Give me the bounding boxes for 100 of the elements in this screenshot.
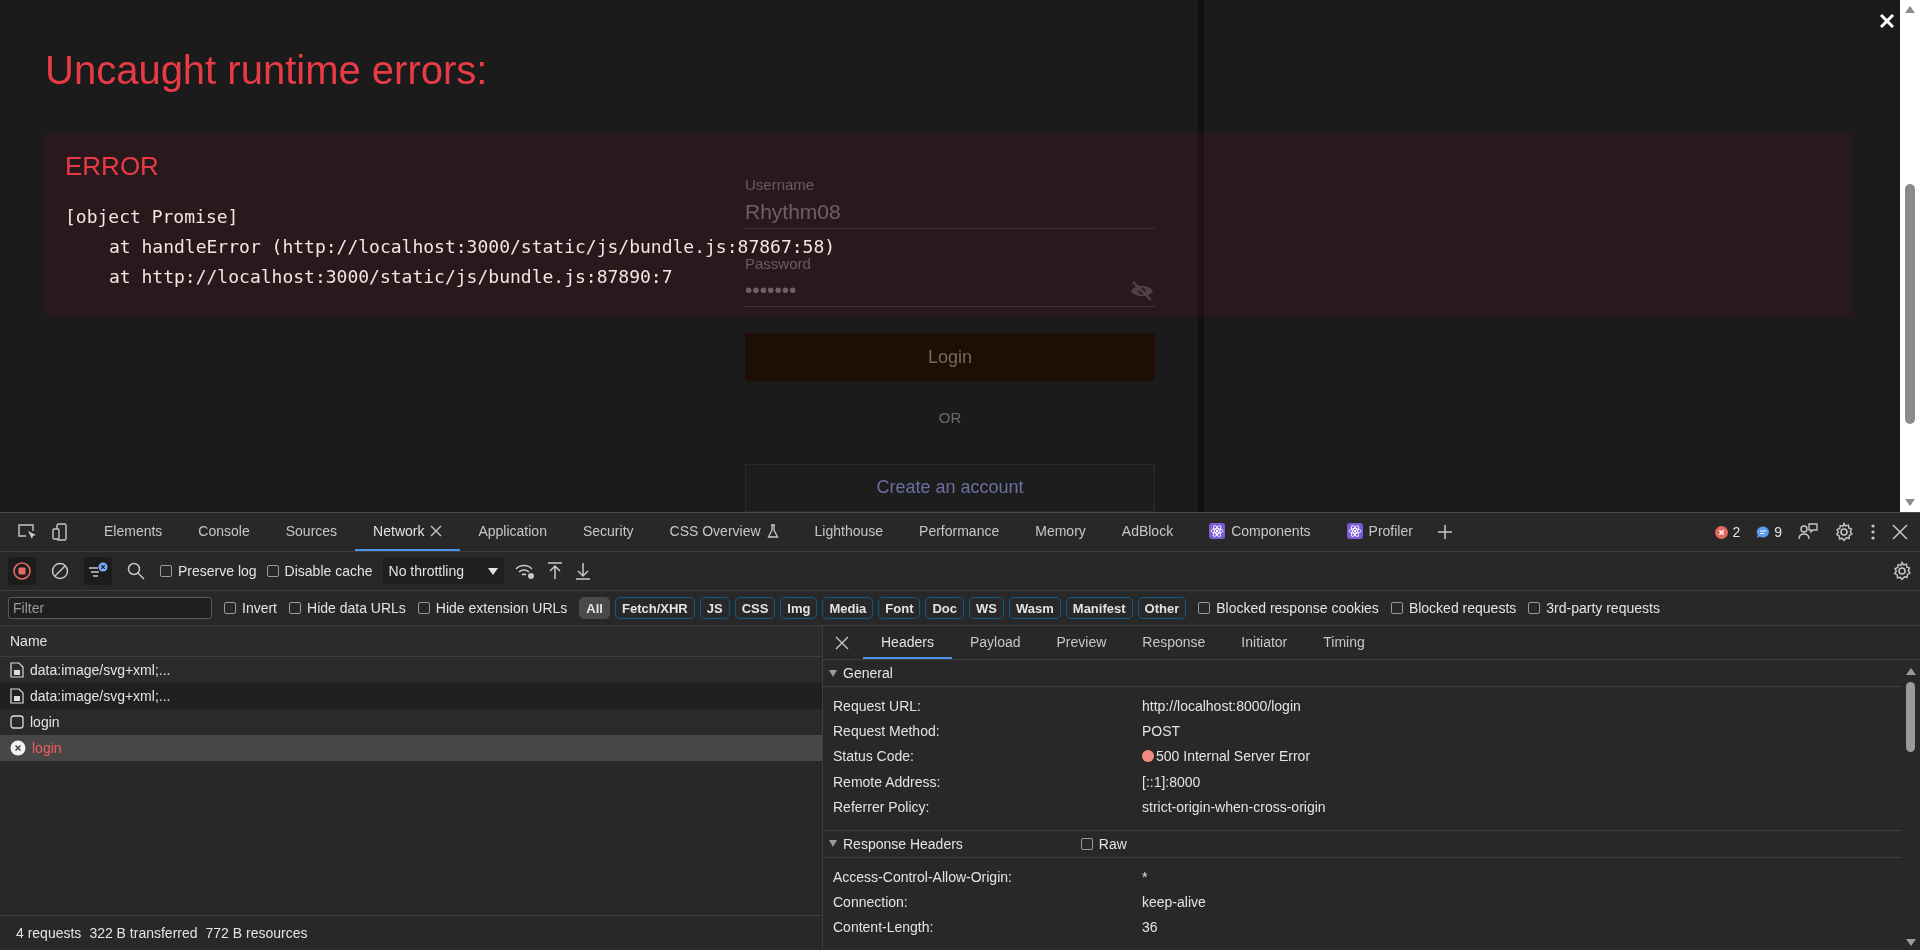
type-filter-chip[interactable]: WS xyxy=(969,597,1004,619)
login-button[interactable]: Login xyxy=(745,333,1155,381)
error-count[interactable]: 2 xyxy=(1715,524,1741,540)
header-value: [::1]:8000 xyxy=(1142,773,1201,790)
header-value: http://localhost:8000/login xyxy=(1142,697,1301,714)
details-tab[interactable]: Payload xyxy=(951,626,1039,659)
throttling-dropdown[interactable]: No throttling xyxy=(382,558,504,584)
scrollbar[interactable] xyxy=(1900,0,1920,512)
upload-icon[interactable] xyxy=(546,562,564,580)
scrollbar-thumb[interactable] xyxy=(1905,184,1915,424)
header-value: 500 Internal Server Error xyxy=(1156,748,1311,765)
message-count[interactable]: 9 xyxy=(1756,524,1782,540)
checkbox[interactable]: Disable cache xyxy=(266,563,373,579)
status-dot-icon xyxy=(1142,750,1154,763)
scroll-down-icon[interactable] xyxy=(1905,499,1915,506)
panel-tab[interactable]: CSS Overview xyxy=(651,513,797,551)
field-label: Username xyxy=(745,176,815,193)
network-conditions-icon[interactable] xyxy=(514,562,536,580)
checkbox[interactable]: Blocked requests xyxy=(1390,600,1517,616)
scroll-up-icon[interactable] xyxy=(1905,6,1915,13)
error-title: Uncaught runtime errors: xyxy=(45,48,489,93)
checkbox[interactable]: Invert xyxy=(224,600,277,616)
settings-icon[interactable] xyxy=(1834,522,1854,542)
checkbox[interactable]: Blocked response cookies xyxy=(1198,600,1379,616)
details-tab[interactable]: Initiator xyxy=(1223,626,1306,659)
status-text: 4 requests xyxy=(16,925,82,941)
panel-tab[interactable]: Memory xyxy=(1017,513,1104,551)
scroll-up-icon[interactable] xyxy=(1906,668,1916,675)
create-account-button[interactable]: Create an account xyxy=(745,463,1155,512)
status-text: 772 B resources xyxy=(205,925,308,941)
inspect-icon[interactable] xyxy=(18,523,38,541)
type-filter-chip[interactable]: Other xyxy=(1137,597,1187,619)
image-file-icon xyxy=(10,688,24,704)
panel-tab[interactable]: Elements xyxy=(86,513,181,551)
settings-icon[interactable] xyxy=(1892,561,1912,581)
column-header[interactable]: Name xyxy=(10,633,48,649)
clear-icon xyxy=(51,562,69,580)
section-title[interactable]: Response Headers xyxy=(843,835,963,852)
section-title[interactable]: General xyxy=(843,665,893,681)
panel-tab[interactable]: Sources xyxy=(267,513,356,551)
record-button[interactable] xyxy=(8,557,36,585)
request-row[interactable]: data:image/svg+xml;... xyxy=(0,683,822,709)
panel-tab[interactable]: Network xyxy=(355,513,461,551)
checkbox[interactable]: 3rd-party requests xyxy=(1528,600,1660,616)
add-icon[interactable] xyxy=(1436,524,1453,540)
expand-arrow-icon[interactable] xyxy=(829,669,837,677)
close-icon[interactable] xyxy=(835,635,849,650)
filter-icon xyxy=(87,562,109,580)
filter-field[interactable]: Filter xyxy=(8,597,212,619)
download-icon[interactable] xyxy=(574,562,592,580)
status-text: 322 B transferred xyxy=(89,925,198,941)
feedback-icon[interactable] xyxy=(1798,523,1818,541)
header-name: Status Code: xyxy=(832,748,915,765)
type-filter-chip[interactable]: Manifest xyxy=(1065,597,1133,619)
header-value: * xyxy=(1142,868,1148,885)
panel-tab[interactable]: Console xyxy=(180,513,268,551)
more-icon[interactable] xyxy=(1870,523,1876,541)
type-filter-chip[interactable]: Fetch/XHR xyxy=(615,597,695,619)
details-tab[interactable]: Response xyxy=(1124,626,1224,659)
checkbox[interactable]: Hide data URLs xyxy=(289,600,406,616)
atom-icon xyxy=(1209,523,1226,539)
header-name: Access-Control-Allow-Origin: xyxy=(832,868,1013,885)
header-name: Request Method: xyxy=(832,723,941,740)
panel-tab[interactable]: Profiler xyxy=(1328,513,1431,551)
stack-frame: at handleError (http://localhost:3000/static/js/bundle.js:87867:58) xyxy=(109,236,836,257)
checkbox[interactable]: Raw xyxy=(1080,835,1127,852)
scroll-down-icon[interactable] xyxy=(1906,939,1916,946)
panel-tab[interactable]: Security xyxy=(564,513,652,551)
header-value: 36 xyxy=(1142,919,1158,936)
details-tab[interactable]: Preview xyxy=(1038,626,1125,659)
type-filter-chip[interactable]: JS xyxy=(699,597,730,619)
panel-tab[interactable]: Components xyxy=(1191,513,1329,551)
type-filter-chip[interactable]: Wasm xyxy=(1009,597,1061,619)
type-filter-chip[interactable]: Img xyxy=(780,597,818,619)
header-value: keep-alive xyxy=(1142,894,1206,911)
header-value: strict-origin-when-cross-origin xyxy=(1142,799,1326,816)
filter-toggle-button[interactable] xyxy=(84,557,112,585)
document-icon xyxy=(10,715,24,729)
panel-tab[interactable]: Performance xyxy=(901,513,1018,551)
details-tab[interactable]: Headers xyxy=(863,626,952,659)
type-filter-chip[interactable]: Font xyxy=(878,597,921,619)
expand-arrow-icon[interactable] xyxy=(829,840,837,848)
panel-tab[interactable]: Application xyxy=(460,513,565,551)
close-icon[interactable] xyxy=(430,525,443,537)
details-tab[interactable]: Timing xyxy=(1305,626,1383,659)
header-name: Content-Length: xyxy=(832,919,935,936)
type-filter-chip[interactable]: All xyxy=(579,597,610,619)
checkbox[interactable]: Hide extension URLs xyxy=(417,600,568,616)
checkbox[interactable]: Preserve log xyxy=(160,563,257,579)
panel-tab[interactable]: Lighthouse xyxy=(796,513,902,551)
close-icon[interactable] xyxy=(1892,524,1908,540)
atom-icon xyxy=(1346,523,1363,539)
error-icon xyxy=(1715,525,1729,539)
scrollbar-thumb[interactable] xyxy=(1906,682,1915,752)
type-filter-chip[interactable]: CSS xyxy=(734,597,776,619)
panel-tab[interactable]: AdBlock xyxy=(1103,513,1192,551)
type-filter-chip[interactable]: Doc xyxy=(925,597,965,619)
error-message: [object Promise] xyxy=(65,206,239,227)
error-icon xyxy=(10,740,26,756)
type-filter-chip[interactable]: Media xyxy=(822,597,874,619)
